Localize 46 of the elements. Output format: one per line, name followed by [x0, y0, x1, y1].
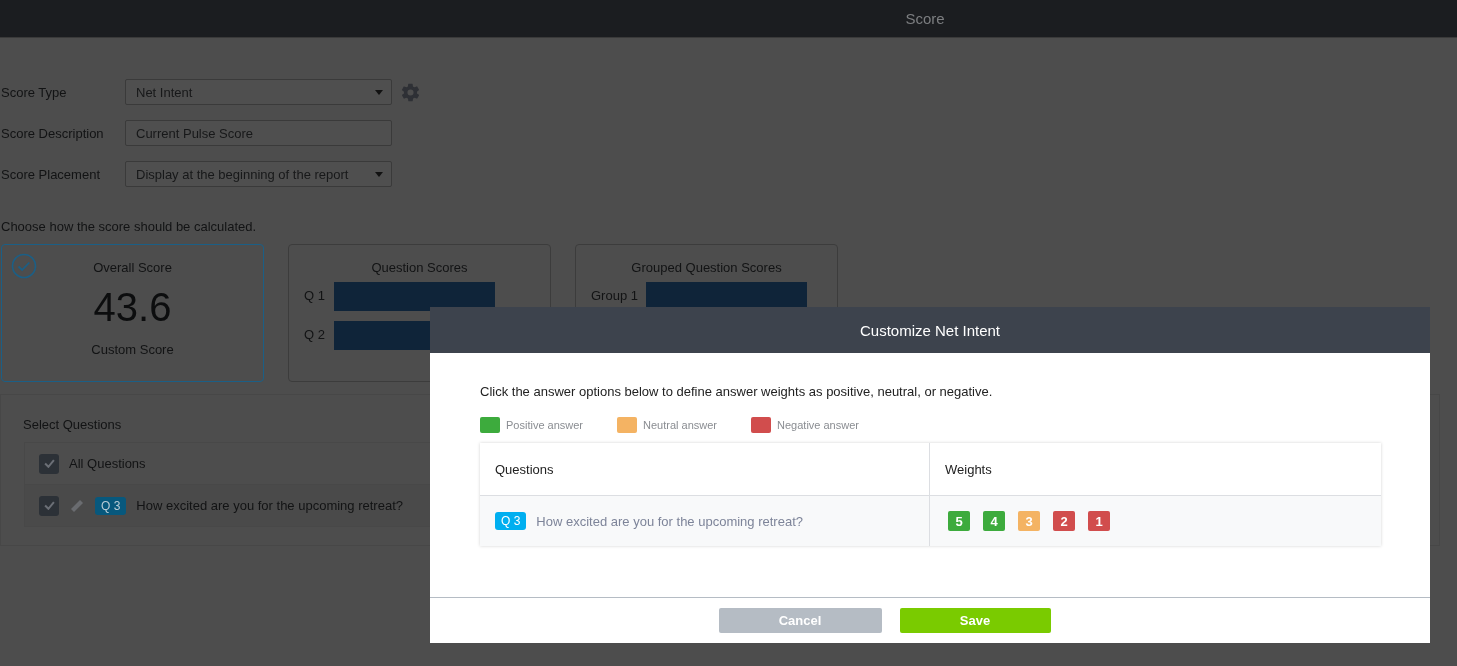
checkbox[interactable]: [39, 453, 59, 474]
select-field[interactable]: Net Intent: [125, 79, 392, 105]
bar-label: Q 1: [304, 289, 326, 304]
field-label: Score Placement: [1, 166, 101, 182]
page-title: Score: [905, 10, 945, 27]
bar-label: Group 1: [591, 289, 638, 304]
score-card[interactable]: Overall Score 43.6 Custom Score: [1, 244, 264, 382]
legend-label: Positive answer: [506, 419, 584, 431]
score-value: 43.6: [93, 285, 172, 330]
ruler-icon: [69, 497, 85, 514]
checkbox[interactable]: [39, 495, 59, 516]
legend-label: Neutral answer: [643, 419, 718, 431]
check-icon: [43, 501, 55, 510]
check-icon: [11, 253, 37, 279]
card-title: Question Scores: [371, 260, 468, 275]
weight-chip[interactable]: 3: [1018, 511, 1040, 531]
instruction-text: Click the answer options below to define answer weights as positive, neutral, or negative.: [480, 384, 994, 399]
card-caption: Custom Score: [91, 342, 174, 357]
section-title: Select Questions: [23, 417, 122, 432]
column-header: Questions: [480, 443, 930, 495]
cancel-button[interactable]: Cancel: [718, 608, 882, 633]
weight-chip[interactable]: 2: [1053, 511, 1075, 531]
select-field[interactable]: Display at the beginning of the report: [125, 161, 392, 187]
column-header: Weights: [944, 460, 992, 479]
weight-chip[interactable]: 5: [948, 511, 970, 531]
save-button[interactable]: Save: [899, 608, 1051, 633]
field-label: Score Type: [1, 84, 68, 100]
question-tag: Q 3: [95, 496, 127, 515]
check-icon: [43, 459, 55, 468]
field-label: Score Description: [1, 125, 105, 141]
caret-icon: [375, 89, 383, 95]
question-tag: Q 3: [495, 512, 527, 530]
caret-icon: [375, 171, 383, 177]
input-field[interactable]: Current Pulse Score: [125, 120, 392, 146]
question-label: How excited are you for the upcoming retreat?: [136, 498, 403, 513]
legend-label: Negative answer: [777, 419, 859, 431]
card-title: Overall Score: [93, 260, 172, 275]
settings-icon[interactable]: [400, 81, 421, 103]
instruction-text: Choose how the score should be calculated.: [1, 219, 258, 234]
card-title: Grouped Question Scores: [631, 260, 782, 275]
weight-chip[interactable]: 4: [983, 511, 1005, 531]
question-label: All Questions: [69, 456, 146, 471]
dialog-title: Customize Net Intent: [859, 321, 1001, 339]
weight-chip[interactable]: 1: [1088, 511, 1110, 531]
question-text: How excited are you for the upcoming retreat?: [536, 513, 803, 529]
bar-label: Q 2: [304, 328, 326, 343]
